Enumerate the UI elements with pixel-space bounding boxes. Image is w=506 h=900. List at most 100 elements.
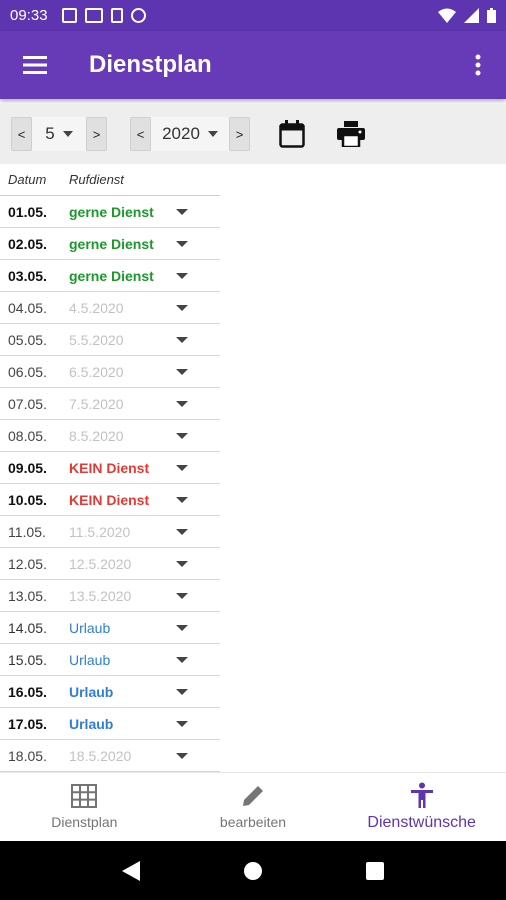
- row-dropdown-icon[interactable]: [176, 720, 188, 727]
- row-duty-value[interactable]: Urlaub: [62, 684, 174, 700]
- row-duty-value[interactable]: 18.5.2020: [62, 748, 174, 764]
- row-date: 08.05.: [8, 427, 47, 444]
- calendar-icon: [279, 120, 305, 148]
- row-dropdown-icon[interactable]: [176, 464, 188, 471]
- row-dropdown-icon[interactable]: [176, 560, 188, 567]
- row-duty-value[interactable]: 4.5.2020: [62, 300, 174, 316]
- table-row: 17.05. Urlaub: [0, 708, 220, 740]
- table-row: 02.05. gerne Dienst: [0, 228, 220, 260]
- row-duty-value[interactable]: 6.5.2020: [62, 364, 174, 380]
- row-dropdown-icon[interactable]: [176, 592, 188, 599]
- table-row: 10.05. KEIN Dienst: [0, 484, 220, 516]
- recents-icon[interactable]: [366, 861, 385, 880]
- row-duty-value[interactable]: 8.5.2020: [62, 428, 174, 444]
- row-dropdown-icon[interactable]: [176, 208, 188, 215]
- row-dropdown-icon[interactable]: [176, 656, 188, 663]
- overflow-menu-button[interactable]: [450, 31, 506, 99]
- row-date: 11.05.: [8, 523, 46, 540]
- notification-mail-icon: [84, 8, 103, 23]
- table-row: 04.05. 4.5.2020: [0, 292, 220, 324]
- nav-dienstplan[interactable]: Dienstplan: [0, 773, 169, 841]
- table-body: 01.05. gerne Dienst 02.05. gerne Dienst 03.0…: [0, 196, 506, 772]
- battery-icon: [487, 8, 496, 23]
- notification-sd-icon: [110, 8, 123, 23]
- page-title: Dienstplan: [89, 51, 212, 78]
- row-date: 10.05.: [8, 491, 47, 508]
- nav-label-bearbeiten: bearbeiten: [219, 814, 287, 830]
- header-duty: Rufdienst: [69, 172, 124, 187]
- row-duty-value[interactable]: Urlaub: [62, 620, 174, 636]
- table-row: 15.05. Urlaub: [0, 644, 220, 676]
- row-duty-value[interactable]: gerne Dienst: [62, 268, 174, 284]
- row-duty-value[interactable]: Urlaub: [62, 716, 174, 732]
- table-row: 16.05. Urlaub: [0, 676, 220, 708]
- year-caret-icon: [207, 131, 218, 137]
- print-icon: [337, 121, 365, 147]
- row-dropdown-icon[interactable]: [176, 400, 188, 407]
- table-row: 07.05. 7.5.2020: [0, 388, 220, 420]
- row-dropdown-icon[interactable]: [176, 624, 188, 631]
- row-duty-value[interactable]: KEIN Dienst: [62, 460, 174, 476]
- notification-dnd-icon: [130, 8, 146, 23]
- month-next-button[interactable]: >: [86, 117, 107, 151]
- table-row: 09.05. KEIN Dienst: [0, 452, 220, 484]
- row-dropdown-icon[interactable]: [176, 272, 188, 279]
- row-dropdown-icon[interactable]: [176, 240, 188, 247]
- grid-icon: [71, 784, 98, 808]
- row-dropdown-icon[interactable]: [176, 752, 188, 759]
- row-duty-value[interactable]: gerne Dienst: [62, 204, 174, 220]
- row-dropdown-icon[interactable]: [176, 336, 188, 343]
- row-date: 09.05.: [8, 459, 47, 476]
- row-date: 06.05.: [8, 363, 47, 380]
- table-row: 12.05. 12.5.2020: [0, 548, 220, 580]
- hamburger-icon: [23, 56, 47, 74]
- row-dropdown-icon[interactable]: [176, 496, 188, 503]
- year-value: 2020: [162, 124, 200, 143]
- menu-button[interactable]: [0, 31, 70, 99]
- row-duty-value[interactable]: 5.5.2020: [62, 332, 174, 348]
- row-date: 15.05.: [8, 651, 47, 668]
- row-duty-value[interactable]: 11.5.2020: [62, 524, 174, 540]
- back-icon[interactable]: [121, 860, 140, 881]
- bottom-navigation: Dienstplan bearbeiten Dienstwünsche: [0, 772, 506, 841]
- home-icon[interactable]: [243, 861, 263, 881]
- row-dropdown-icon[interactable]: [176, 432, 188, 439]
- year-prev-button[interactable]: <: [130, 117, 151, 151]
- nav-label-dienstwuensche: Dienstwünsche: [367, 814, 476, 831]
- row-date: 03.05.: [8, 267, 47, 284]
- month-select[interactable]: 5: [32, 117, 86, 151]
- row-date: 16.05.: [8, 683, 47, 700]
- row-dropdown-icon[interactable]: [176, 688, 188, 695]
- row-duty-value[interactable]: Urlaub: [62, 652, 174, 668]
- header-date: Datum: [8, 172, 47, 187]
- row-date: 07.05.: [8, 395, 47, 412]
- row-duty-value[interactable]: 7.5.2020: [62, 396, 174, 412]
- month-prev-button[interactable]: <: [11, 117, 32, 151]
- row-dropdown-icon[interactable]: [176, 528, 188, 535]
- print-button[interactable]: [337, 121, 365, 147]
- row-dropdown-icon[interactable]: [176, 304, 188, 311]
- nav-dienstwuensche[interactable]: Dienstwünsche: [337, 773, 506, 841]
- year-next-button[interactable]: >: [229, 117, 250, 151]
- row-date: 17.05.: [8, 715, 47, 732]
- person-icon: [410, 782, 433, 808]
- row-duty-value[interactable]: 13.5.2020: [62, 588, 174, 604]
- row-duty-value[interactable]: KEIN Dienst: [62, 492, 174, 508]
- row-date: 02.05.: [8, 235, 47, 252]
- calendar-button[interactable]: [279, 120, 305, 148]
- nav-bearbeiten[interactable]: bearbeiten: [169, 773, 338, 841]
- app-bar: Dienstplan: [0, 31, 506, 99]
- table-row: 13.05. 13.5.2020: [0, 580, 220, 612]
- table-row: 01.05. gerne Dienst: [0, 196, 220, 228]
- year-select[interactable]: 2020: [151, 117, 229, 151]
- row-duty-value[interactable]: gerne Dienst: [62, 236, 174, 252]
- table-row: 05.05. 5.5.2020: [0, 324, 220, 356]
- row-dropdown-icon[interactable]: [176, 368, 188, 375]
- status-bar: 09:33: [0, 0, 506, 31]
- row-duty-value[interactable]: 12.5.2020: [62, 556, 174, 572]
- table-row: 08.05. 8.5.2020: [0, 420, 220, 452]
- status-time: 09:33: [10, 7, 48, 24]
- table-row: 06.05. 6.5.2020: [0, 356, 220, 388]
- pencil-icon: [243, 786, 263, 806]
- system-navigation-bar: [0, 841, 506, 900]
